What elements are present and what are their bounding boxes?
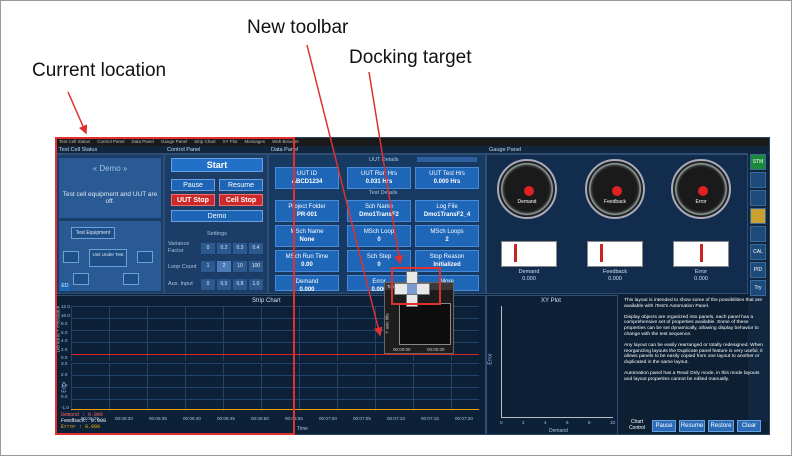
arrow-current-location bbox=[67, 91, 88, 135]
arrow-docking-target bbox=[368, 71, 404, 265]
arrow-new-toolbar bbox=[306, 44, 383, 337]
annotation-arrows bbox=[67, 44, 404, 337]
